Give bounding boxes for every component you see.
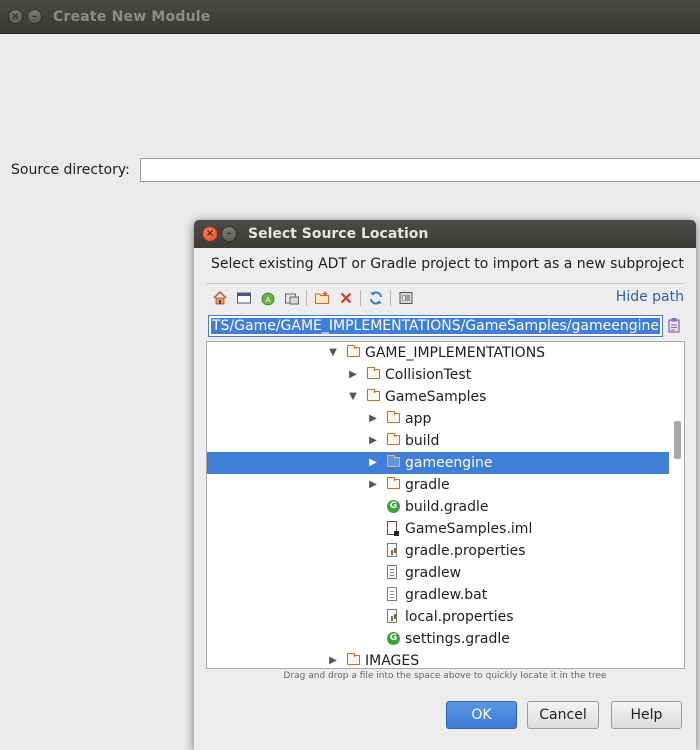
- help-button[interactable]: Help: [611, 701, 682, 729]
- tree-row[interactable]: GameSamples.iml: [207, 518, 669, 540]
- toolbar-separator: [360, 290, 361, 306]
- source-directory-input[interactable]: [140, 158, 700, 182]
- tree-row-label: CollisionTest: [385, 367, 472, 383]
- tree-scrollbar-thumb[interactable]: [674, 421, 681, 459]
- tree-row-label: GameSamples: [385, 389, 487, 405]
- desktop-icon[interactable]: [236, 290, 252, 306]
- tree-row[interactable]: gradle.properties: [207, 540, 669, 562]
- refresh-icon[interactable]: [368, 290, 384, 306]
- window-title: Create New Module: [53, 9, 211, 25]
- properties-file-icon: [387, 609, 397, 623]
- tree-row-label: gradle.properties: [405, 543, 526, 559]
- show-hidden-icon[interactable]: [398, 290, 414, 306]
- path-input-selected-text: TS/Game/GAME_IMPLEMENTATIONS/GameSamples…: [211, 318, 660, 334]
- tree-row[interactable]: Gbuild.gradle: [207, 496, 669, 518]
- toolbar-separator: [390, 290, 391, 306]
- tree-row[interactable]: local.properties: [207, 606, 669, 628]
- expand-arrow-icon[interactable]: ▶: [367, 452, 379, 474]
- dialog-title: Select Source Location: [248, 226, 429, 242]
- path-input[interactable]: TS/Game/GAME_IMPLEMENTATIONS/GameSamples…: [208, 315, 663, 337]
- dialog-titlebar: × – Select Source Location: [194, 220, 696, 248]
- ok-button[interactable]: OK: [446, 701, 517, 729]
- folder-icon: [387, 455, 400, 467]
- tree-row[interactable]: gradlew.bat: [207, 584, 669, 606]
- tree-row[interactable]: gradlew: [207, 562, 669, 584]
- folder-icon: [367, 389, 380, 401]
- tree-row-label: IMAGES: [365, 653, 420, 669]
- expand-arrow-icon[interactable]: ▶: [347, 364, 359, 386]
- file-tree[interactable]: ▶ IMAGES Gsettings.gradle local.properties g…: [206, 341, 685, 669]
- home-icon[interactable]: [212, 290, 228, 306]
- window-minimize-button[interactable]: –: [27, 9, 42, 24]
- new-folder-icon[interactable]: [314, 290, 330, 306]
- tree-row[interactable]: ▼ GameSamples: [207, 386, 669, 408]
- folder-icon: [387, 433, 400, 445]
- gradle-file-icon: G: [387, 632, 400, 645]
- expand-arrow-icon[interactable]: ▶: [327, 650, 339, 668]
- properties-file-icon: [387, 543, 397, 557]
- divider: [206, 283, 684, 284]
- tree-row[interactable]: Gsettings.gradle: [207, 628, 669, 650]
- expand-arrow-icon[interactable]: ▶: [367, 408, 379, 430]
- source-directory-label: Source directory:: [11, 162, 130, 178]
- tree-row[interactable]: ▶ gameengine: [207, 452, 669, 474]
- toolbar-separator: [306, 290, 307, 306]
- tree-row-label: gameengine: [405, 455, 493, 471]
- expand-arrow-icon[interactable]: ▶: [367, 474, 379, 496]
- gradle-file-icon: G: [387, 500, 400, 513]
- text-file-icon: [387, 565, 397, 579]
- folder-icon: [347, 653, 360, 665]
- window-close-button[interactable]: ×: [8, 9, 23, 24]
- drag-drop-hint: Drag and drop a file into the space abov…: [283, 671, 607, 681]
- tree-row[interactable]: ▼ GAME_IMPLEMENTATIONS: [207, 342, 669, 364]
- tree-row-label: build: [405, 433, 440, 449]
- tree-row-label: GAME_IMPLEMENTATIONS: [365, 345, 546, 361]
- tree-row-label: gradle: [405, 477, 450, 493]
- tree-row-label: gradlew.bat: [405, 587, 488, 603]
- folder-icon: [367, 367, 380, 379]
- paste-path-icon[interactable]: [668, 317, 680, 333]
- module-icon[interactable]: [284, 290, 300, 306]
- window-titlebar: × – Create New Module: [0, 0, 700, 34]
- tree-row-label: settings.gradle: [405, 631, 510, 647]
- collapse-arrow-icon[interactable]: ▼: [347, 386, 359, 408]
- dialog-minimize-button[interactable]: –: [221, 226, 237, 242]
- tree-row-label: gradlew: [405, 565, 462, 581]
- folder-icon: [347, 345, 360, 357]
- select-source-location-dialog: × – Select Source Location Select existi…: [194, 220, 696, 750]
- tree-row-label: build.gradle: [405, 499, 489, 515]
- tree-scrollbar[interactable]: [671, 342, 684, 668]
- tree-row-label: local.properties: [405, 609, 514, 625]
- tree-row[interactable]: ▶ gradle: [207, 474, 669, 496]
- collapse-arrow-icon[interactable]: ▼: [327, 342, 339, 364]
- tree-row[interactable]: ▶ IMAGES: [207, 650, 669, 669]
- hide-path-link[interactable]: Hide path: [616, 289, 684, 305]
- expand-arrow-icon[interactable]: ▶: [367, 430, 379, 452]
- folder-icon: [387, 477, 400, 489]
- folder-icon: [387, 411, 400, 423]
- tree-row-label: app: [405, 411, 432, 427]
- tree-row[interactable]: ▶ CollisionTest: [207, 364, 669, 386]
- dialog-close-button[interactable]: ×: [202, 226, 218, 242]
- iml-file-icon: [387, 521, 399, 536]
- cancel-button[interactable]: Cancel: [527, 701, 599, 729]
- tree-row-label: GameSamples.iml: [405, 521, 533, 537]
- tree-row[interactable]: ▶ build: [207, 430, 669, 452]
- dialog-description: Select existing ADT or Gradle project to…: [211, 256, 684, 272]
- svg-text:A: A: [266, 296, 271, 304]
- tree-row[interactable]: ▶ app: [207, 408, 669, 430]
- text-file-icon: [387, 587, 397, 601]
- project-icon[interactable]: A: [260, 290, 276, 306]
- delete-icon[interactable]: [338, 290, 354, 306]
